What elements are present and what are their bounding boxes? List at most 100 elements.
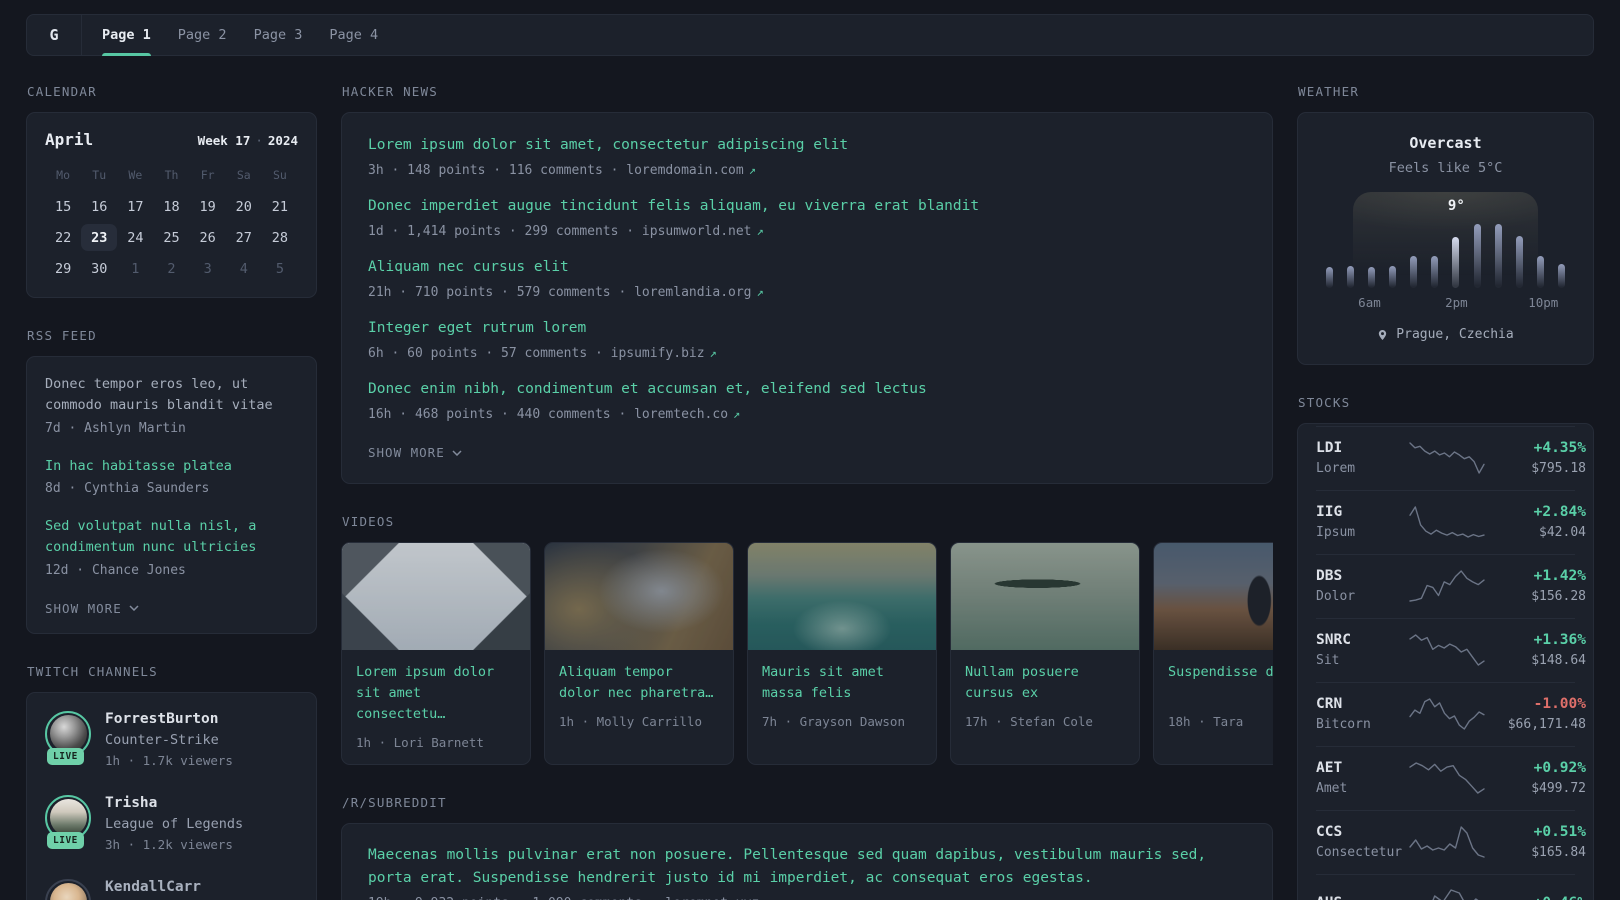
stock-price: $66,171.48 — [1507, 717, 1586, 732]
rss-item-title[interactable]: In hac habitasse platea — [45, 456, 298, 477]
widget-title-videos: VIDEOS — [342, 514, 395, 529]
video-body: Lorem ipsum dolor sit amet consectetu… 1… — [342, 650, 530, 764]
video-thumbnail[interactable] — [1154, 543, 1273, 650]
page-tab[interactable]: Page 3 — [254, 15, 303, 55]
stock-row[interactable]: LDI Lorem +4.35% $795.18 — [1316, 426, 1586, 490]
stock-row[interactable]: DBS Dolor +1.42% $156.28 — [1316, 554, 1586, 618]
stock-row[interactable]: CRN Bitcorn -1.00% $66,171.48 — [1316, 682, 1586, 746]
hackernews-item-meta: 1d · 1,414 points · 299 comments · ipsum… — [368, 222, 1246, 241]
calendar-day: 27 — [235, 229, 252, 246]
calendar-weekday: We — [128, 168, 143, 182]
stock-id: LDI Lorem — [1316, 440, 1408, 476]
stock-sparkline — [1409, 634, 1485, 666]
external-link-icon[interactable]: ↗ — [757, 224, 764, 238]
stock-row[interactable]: CCS Consectetur +0.51% $165.84 — [1316, 810, 1586, 874]
subreddit-post-title[interactable]: Maecenas mollis pulvinar erat non posuer… — [368, 844, 1246, 890]
calendar-week-year: Week 17 · 2024 — [198, 133, 298, 148]
video-title[interactable]: Suspendisse diam — [1168, 662, 1273, 704]
external-link-icon[interactable]: ↗ — [749, 163, 756, 177]
video-title[interactable]: Lorem ipsum dolor sit amet consectetu… — [356, 662, 516, 725]
stock-row[interactable]: AHS +0.46% — [1316, 874, 1586, 900]
twitch-channel-row[interactable]: LIVE ForrestBurton Counter-Strike 1h · 1… — [45, 710, 298, 768]
weather-feels-like: Feels like 5°C — [1388, 160, 1503, 176]
video-card: Suspendisse diam 18h · Tara — [1153, 542, 1273, 766]
video-meta: 1h · Molly Carrillo — [559, 714, 702, 730]
video-title[interactable]: Nullam posuere cursus ex — [965, 662, 1125, 704]
calendar-day: 1 — [131, 260, 140, 277]
calendar-week-number: Week 17 — [197, 133, 251, 148]
hackernews-widget: HACKER NEWS Lorem ipsum dolor sit amet, … — [341, 84, 1273, 484]
stock-sparkline — [1409, 442, 1485, 474]
calendar-weekday: Tu — [92, 168, 107, 182]
stock-id: AET Amet — [1316, 760, 1408, 796]
rss-item: Donec tempor eros leo, ut commodo mauris… — [45, 374, 298, 436]
twitch-channel-row[interactable]: LIVE Trisha League of Legends 3h · 1.2k … — [45, 794, 298, 852]
app-logo[interactable]: G — [27, 15, 81, 55]
live-badge: LIVE — [47, 747, 84, 765]
stock-row[interactable]: SNRC Sit +1.36% $148.64 — [1316, 618, 1586, 682]
external-link-icon[interactable]: ↗ — [710, 346, 717, 360]
twitch-card: LIVE ForrestBurton Counter-Strike 1h · 1… — [26, 691, 317, 900]
page-tab[interactable]: Page 4 — [329, 15, 378, 55]
stock-ticker: DBS — [1316, 568, 1343, 584]
weather-bar — [1347, 266, 1355, 288]
hackernews-show-more-button[interactable]: SHOW MORE — [368, 445, 462, 460]
stock-row[interactable]: AET Amet +0.92% $499.72 — [1316, 746, 1586, 810]
hackernews-meta-text: 16h · 468 points · 440 comments · loremt… — [368, 407, 729, 422]
rss-item-title[interactable]: Sed volutpat nulla nisl, a condimentum n… — [45, 516, 298, 559]
video-thumbnail[interactable] — [951, 543, 1139, 650]
video-card: Aliquam tempor dolor nec pharetra… 1h · … — [544, 542, 734, 766]
weather-current-temp: 9° — [1447, 198, 1465, 214]
calendar-day: 23 — [81, 224, 118, 251]
hackernews-item-meta: 6h · 60 points · 57 comments · ipsumify.… — [368, 344, 1246, 363]
weather-time-label: 2pm — [1445, 295, 1468, 310]
stock-ticker: AHS — [1316, 895, 1408, 900]
stock-id: DBS Dolor — [1316, 568, 1408, 604]
video-thumbnail[interactable] — [545, 543, 733, 650]
calendar-day: 19 — [199, 198, 216, 215]
weather-bar — [1368, 267, 1376, 288]
video-title[interactable]: Aliquam tempor dolor nec pharetra… — [559, 662, 719, 704]
hackernews-item: Donec imperdiet augue tincidunt felis al… — [368, 195, 1246, 241]
location-pin-icon — [1379, 329, 1387, 340]
video-thumbnail[interactable] — [342, 543, 530, 650]
twitch-channel-row[interactable]: KendallCarr — [45, 878, 298, 900]
hackernews-item-title[interactable]: Integer eget rutrum lorem — [368, 317, 1246, 339]
hackernews-item-title[interactable]: Lorem ipsum dolor sit amet, consectetur … — [368, 134, 1246, 156]
stock-ticker: CRN — [1316, 696, 1343, 712]
video-thumbnail[interactable] — [748, 543, 936, 650]
page-tab[interactable]: Page 1 — [102, 15, 151, 56]
top-navigation: G Page 1 Page 2 Page 3 Page 4 — [26, 14, 1594, 56]
video-meta: 1h · Lori Barnett — [356, 735, 484, 751]
channel-name: Trisha — [105, 794, 158, 811]
rss-show-more-button[interactable]: SHOW MORE — [45, 601, 139, 616]
hackernews-item-title[interactable]: Donec imperdiet augue tincidunt felis al… — [368, 195, 1246, 217]
external-link-icon[interactable]: ↗ — [733, 407, 740, 421]
rss-item-title[interactable]: Donec tempor eros leo, ut commodo mauris… — [45, 374, 298, 417]
hackernews-item-title[interactable]: Donec enim nibh, condimentum et accumsan… — [368, 378, 1246, 400]
page-tab[interactable]: Page 2 — [178, 15, 227, 55]
avatar-image — [49, 883, 87, 900]
weather-time-label: 10pm — [1528, 295, 1559, 310]
subreddit-widget: /R/SUBREDDIT Maecenas mollis pulvinar er… — [341, 795, 1273, 900]
stock-row[interactable]: IIG Ipsum +2.84% $42.04 — [1316, 490, 1586, 554]
hackernews-item-title[interactable]: Aliquam nec cursus elit — [368, 256, 1246, 278]
calendar-day: 21 — [271, 198, 289, 215]
video-meta: 7h · Grayson Dawson — [762, 714, 905, 730]
live-badge: LIVE — [47, 831, 84, 849]
calendar-widget: CALENDAR April Week 17 · 2024 Mo Tu We Th Fr Sa… — [26, 84, 317, 298]
external-link-icon[interactable]: ↗ — [757, 285, 764, 299]
weather-condition: Overcast — [1409, 134, 1482, 152]
calendar-month: April — [45, 130, 94, 149]
calendar-day: 20 — [235, 198, 252, 215]
external-link-icon[interactable]: ↗ — [764, 896, 771, 900]
rss-item-meta: 8d · Cynthia Saunders — [45, 480, 210, 496]
calendar-card: April Week 17 · 2024 Mo Tu We Th Fr Sa Su 15 16 17… — [26, 112, 317, 298]
subreddit-post-meta: 19h · 9,932 points · 1,090 comments · lo… — [368, 896, 1246, 900]
rss-item: Sed volutpat nulla nisl, a condimentum n… — [45, 516, 298, 578]
channel-meta: 3h · 1.2k viewers — [105, 836, 233, 852]
avatar-image — [49, 799, 87, 837]
video-title[interactable]: Mauris sit amet massa felis — [762, 662, 922, 704]
stock-values: -1.00% $66,171.48 — [1486, 696, 1586, 732]
video-card: Nullam posuere cursus ex 17h · Stefan Co… — [950, 542, 1140, 766]
